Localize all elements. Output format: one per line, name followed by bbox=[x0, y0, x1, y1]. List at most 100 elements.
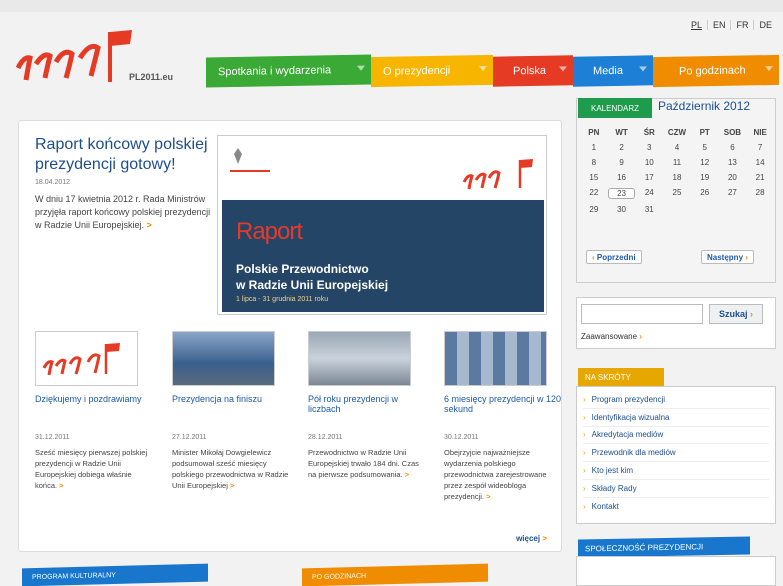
read-more-arrow-icon[interactable]: > bbox=[486, 492, 490, 501]
chevron-right-icon: › bbox=[583, 412, 586, 422]
lang-fr-link[interactable]: FR bbox=[730, 20, 753, 30]
calendar-day[interactable]: 28 bbox=[746, 188, 774, 199]
calendar-day[interactable]: 2 bbox=[608, 143, 636, 152]
read-more-arrow-icon[interactable]: > bbox=[405, 470, 409, 479]
calendar-day[interactable]: 25 bbox=[663, 188, 691, 199]
news-card: 6 miesięcy prezydencji w 120 sekund 30.1… bbox=[444, 331, 564, 502]
shortcut-item[interactable]: › Składy Rady bbox=[583, 480, 769, 498]
calendar-day[interactable]: 24 bbox=[635, 188, 663, 199]
lang-pl-link[interactable]: PL bbox=[686, 20, 707, 30]
shortcut-item[interactable]: › Akredytacja mediów bbox=[583, 427, 769, 445]
community-panel bbox=[576, 556, 776, 586]
nav-item-po-godzinach[interactable]: Po godzinach bbox=[653, 54, 779, 88]
hero-text: W dniu 17 kwietnia 2012 r. Rada Ministró… bbox=[35, 194, 211, 230]
advanced-search-link[interactable]: Zaawansowane › bbox=[581, 332, 642, 341]
shortcut-item[interactable]: › Przewodnik dla mediów bbox=[583, 444, 769, 463]
nav-item-spotkania[interactable]: Spotkania i wydarzenia bbox=[206, 54, 371, 88]
calendar-day[interactable]: 21 bbox=[746, 173, 774, 182]
report-word: Raport bbox=[236, 218, 303, 245]
shortcut-item[interactable]: › Identyfikacja wizualna bbox=[583, 409, 769, 427]
calendar-day[interactable]: 18 bbox=[663, 173, 691, 182]
calendar-day[interactable]: 19 bbox=[691, 173, 719, 182]
calendar-day[interactable]: 26 bbox=[691, 188, 719, 199]
calendar-day[interactable]: 17 bbox=[635, 173, 663, 182]
news-thumbnail[interactable] bbox=[308, 331, 411, 386]
news-text: Obejrzyjcie najważniejsze wydarzenia pol… bbox=[444, 448, 547, 501]
calendar-day[interactable]: 8 bbox=[580, 158, 608, 167]
hero-date: 18.04.2012 bbox=[35, 179, 71, 186]
weekday-header: SOB bbox=[723, 128, 742, 137]
news-text: Przewodnictwo w Radzie Unii Europejskiej… bbox=[308, 448, 419, 479]
more-link[interactable]: więcej > bbox=[516, 534, 547, 543]
calendar-day[interactable]: 1 bbox=[580, 143, 608, 152]
calendar-day[interactable]: 23 bbox=[607, 188, 636, 199]
calendar-day[interactable]: 16 bbox=[608, 173, 636, 182]
nav-item-polska[interactable]: Polska bbox=[493, 55, 573, 87]
main-content: Raport końcowy polskiej prezydencji goto… bbox=[18, 120, 562, 552]
calendar-day[interactable]: 30 bbox=[608, 205, 636, 214]
chevron-right-icon: › bbox=[583, 502, 586, 512]
logo-text: PL2011.eu bbox=[129, 72, 174, 82]
calendar-day[interactable]: 14 bbox=[746, 158, 774, 167]
site-logo[interactable]: PL2011.eu bbox=[14, 28, 184, 90]
weekday-header: CZW bbox=[667, 128, 687, 137]
calendar-day[interactable]: 27 bbox=[719, 188, 747, 199]
read-more-arrow-icon[interactable]: > bbox=[230, 481, 234, 490]
calendar-day[interactable]: 31 bbox=[635, 205, 663, 214]
community-tab[interactable]: SPOŁECZNOŚĆ PREZYDENCJI bbox=[578, 536, 750, 558]
shortcuts-tab[interactable]: NA SKRÓTY bbox=[578, 368, 664, 386]
calendar-day[interactable]: 15 bbox=[580, 173, 608, 182]
calendar-day[interactable]: 7 bbox=[746, 143, 774, 152]
chevron-right-icon: › bbox=[583, 466, 586, 476]
news-text: Minister Mikołaj Dowgielewicz podsumował… bbox=[172, 448, 289, 490]
nav-item-o-prezydencji[interactable]: O prezydencji bbox=[371, 54, 493, 88]
news-title[interactable]: 6 miesięcy prezydencji w 120 sekund bbox=[444, 394, 564, 434]
calendar-day[interactable]: 9 bbox=[608, 158, 636, 167]
logo-flag-icon bbox=[462, 159, 533, 190]
calendar-day[interactable]: 29 bbox=[580, 205, 608, 214]
calendar-day[interactable]: 20 bbox=[719, 173, 747, 182]
calendar-day[interactable]: 3 bbox=[635, 143, 663, 152]
search-input[interactable] bbox=[581, 304, 703, 324]
search-button[interactable]: Szukaj › bbox=[709, 304, 763, 324]
shortcut-item[interactable]: › Kto jest kim bbox=[583, 462, 769, 480]
hero-title[interactable]: Raport końcowy polskiej prezydencji goto… bbox=[35, 135, 215, 175]
bottom-tab-program[interactable]: PROGRAM KULTURALNY bbox=[22, 563, 208, 586]
hero-image[interactable]: Raport Polskie Przewodnictwo w Radzie Un… bbox=[217, 135, 547, 315]
calendar-day[interactable]: 4 bbox=[663, 143, 691, 152]
calendar-tab[interactable]: KALENDARZ bbox=[578, 98, 652, 118]
calendar-day[interactable]: 5 bbox=[691, 143, 719, 152]
calendar-grid: PN WT ŚR CZW PT SOB NIE 1 2 3 4 5 6 7 8 9 10 11 12 13 14 15 16… bbox=[580, 128, 774, 214]
lang-de-link[interactable]: DE bbox=[753, 20, 777, 30]
news-title[interactable]: Dziękujemy i pozdrawiamy bbox=[35, 394, 155, 434]
calendar-day[interactable]: 13 bbox=[719, 158, 747, 167]
calendar-day[interactable]: 10 bbox=[635, 158, 663, 167]
read-more-arrow-icon: > bbox=[542, 534, 547, 543]
calendar-next-button[interactable]: Następny › bbox=[701, 250, 754, 264]
news-thumbnail[interactable] bbox=[172, 331, 275, 386]
read-more-arrow-icon[interactable]: > bbox=[147, 220, 152, 230]
nav-item-media[interactable]: Media bbox=[573, 55, 653, 87]
news-card: Prezydencja na finiszu 27.12.2011 Minist… bbox=[172, 331, 292, 491]
calendar-day[interactable]: 11 bbox=[663, 158, 691, 167]
lang-en-link[interactable]: EN bbox=[706, 20, 731, 30]
calendar-day[interactable]: 6 bbox=[719, 143, 747, 152]
language-switcher: PL EN FR DE bbox=[686, 20, 777, 30]
news-title[interactable]: Pół roku prezydencji w liczbach bbox=[308, 394, 428, 434]
dropdown-arrow-icon bbox=[479, 66, 487, 72]
bottom-tab-po-godzinach[interactable]: PO GODZINACH bbox=[302, 563, 488, 586]
calendar-prev-button[interactable]: ‹ Poprzedni bbox=[586, 250, 642, 264]
news-title[interactable]: Prezydencja na finiszu bbox=[172, 394, 292, 434]
report-line-2: w Radzie Unii Europejskiej bbox=[236, 278, 389, 292]
news-thumbnail[interactable] bbox=[35, 331, 138, 386]
chevron-right-icon: › bbox=[583, 430, 586, 440]
shortcut-item[interactable]: › Kontakt bbox=[583, 498, 769, 516]
read-more-arrow-icon[interactable]: > bbox=[59, 481, 63, 490]
calendar-day[interactable]: 22 bbox=[580, 188, 608, 199]
calendar-day[interactable]: 12 bbox=[691, 158, 719, 167]
weekday-header: NIE bbox=[753, 128, 767, 137]
chevron-right-icon: › bbox=[583, 448, 586, 458]
eagle-emblem-icon bbox=[234, 148, 242, 164]
shortcut-item[interactable]: › Program prezydencji bbox=[583, 391, 769, 409]
news-thumbnail[interactable] bbox=[444, 331, 547, 386]
